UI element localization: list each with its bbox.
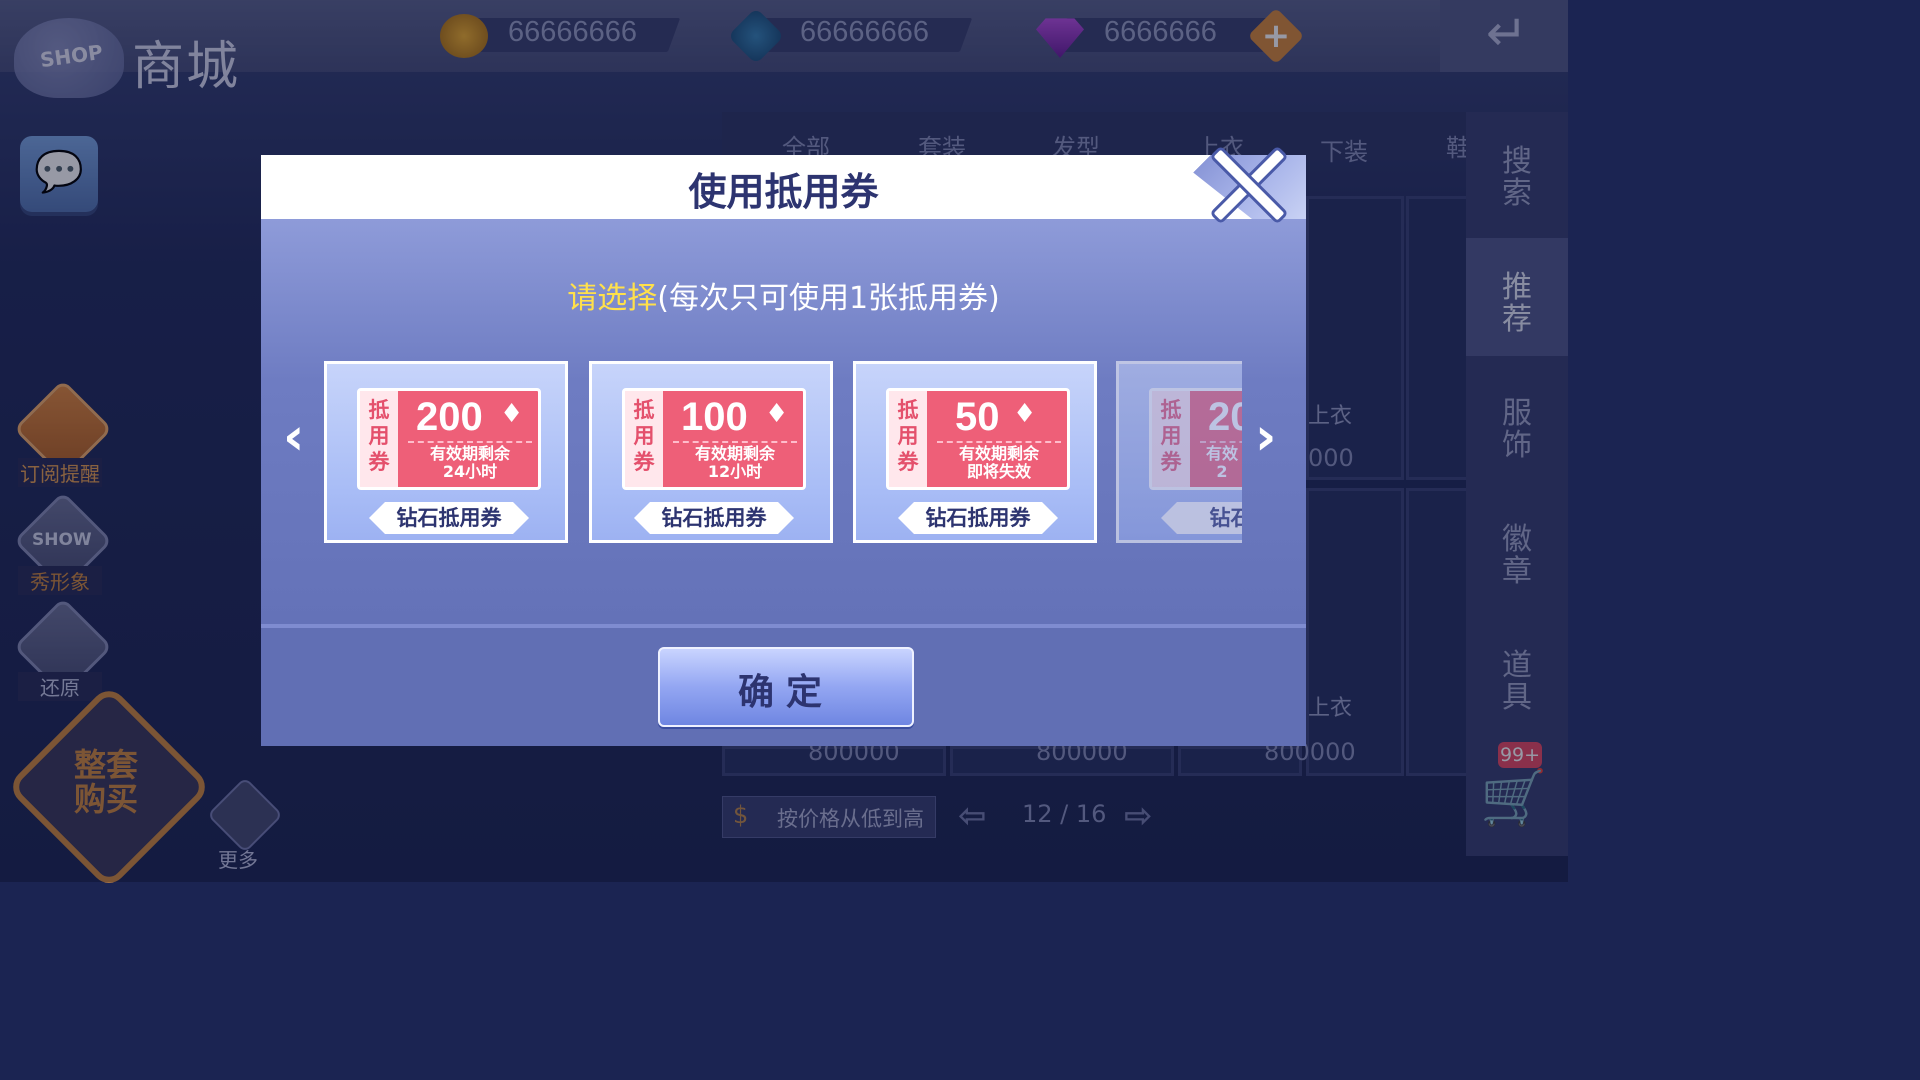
confirm-label: 确定	[737, 672, 834, 713]
voucher-amount: 50	[955, 395, 1000, 439]
instruction-highlight: 请选择	[567, 281, 658, 316]
voucher-ticket: 抵用券 50 ♦ 有效期剩余 即将失效	[886, 388, 1070, 490]
instruction-rest: (每次只可使用1张抵用券)	[657, 281, 1000, 316]
diamond-icon: ♦	[765, 399, 789, 429]
voucher-amount: 20	[1208, 395, 1242, 439]
voucher-type: 抵用券	[1160, 398, 1182, 474]
voucher-type: 抵用券	[368, 398, 390, 474]
next-voucher-icon[interactable]: ›	[1255, 407, 1276, 467]
voucher-amount: 200	[416, 395, 483, 439]
modal-header: 使用抵用券	[261, 155, 1306, 219]
modal-title: 使用抵用券	[688, 170, 879, 214]
voucher-modal: 使用抵用券 请选择(每次只可使用1张抵用券) ‹ › 抵用券 200 ♦ 有效期…	[261, 145, 1306, 746]
diamond-icon: ♦	[500, 399, 524, 429]
voucher-ticket: 抵用券 200 ♦ 有效期剩余 24小时	[357, 388, 541, 490]
voucher-ticket: 抵用券 100 ♦ 有效期剩余 12小时	[622, 388, 806, 490]
prev-voucher-icon[interactable]: ‹	[283, 407, 304, 467]
voucher-amount: 100	[681, 395, 748, 439]
voucher-label: 钻石抵用券	[898, 502, 1058, 534]
voucher-label: 钻石抵用券	[369, 502, 529, 534]
voucher-label: 钻石抵	[1161, 502, 1242, 534]
close-button[interactable]	[1207, 143, 1289, 225]
voucher-card[interactable]: 抵用券 50 ♦ 有效期剩余 即将失效 钻石抵用券	[853, 361, 1097, 543]
voucher-card-partial[interactable]: 抵用券 20 有效2 钻石抵	[1116, 355, 1242, 555]
voucher-expiry: 有效期剩余 12小时	[694, 444, 775, 481]
voucher-card[interactable]: 抵用券 100 ♦ 有效期剩余 12小时 钻石抵用券	[589, 361, 833, 543]
voucher-expiry: 有效期剩余 24小时	[429, 444, 510, 481]
voucher-label: 钻石抵用券	[634, 502, 794, 534]
instruction-text: 请选择(每次只可使用1张抵用券)	[261, 273, 1306, 317]
voucher-expiry: 有效期剩余 即将失效	[958, 444, 1039, 481]
confirm-button[interactable]: 确定	[658, 647, 914, 727]
voucher-card[interactable]: 抵用券 200 ♦ 有效期剩余 24小时 钻石抵用券	[324, 361, 568, 543]
voucher-type: 抵用券	[633, 398, 655, 474]
voucher-type: 抵用券	[897, 398, 919, 474]
diamond-icon: ♦	[1013, 399, 1037, 429]
